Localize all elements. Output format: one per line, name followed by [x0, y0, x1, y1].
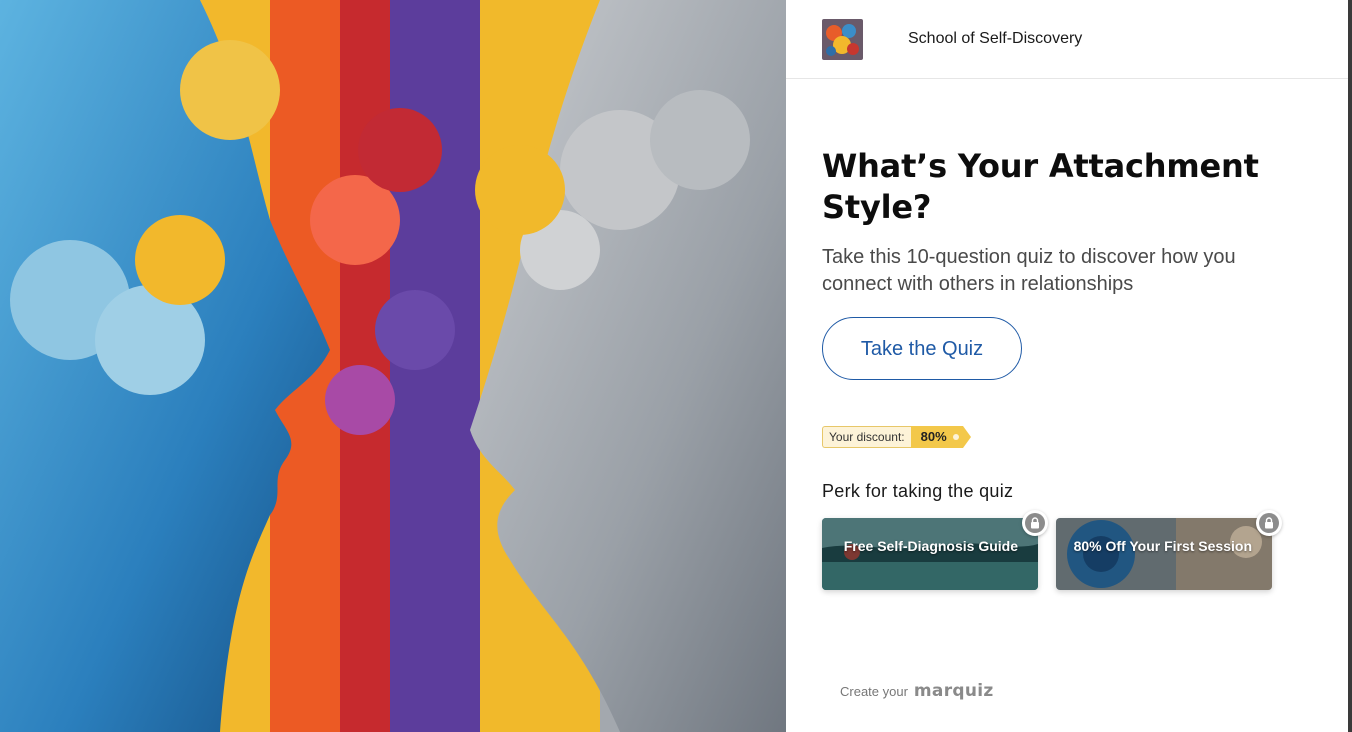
lock-icon	[1025, 513, 1045, 533]
take-quiz-button[interactable]: Take the Quiz	[822, 317, 1022, 380]
header-bar: School of Self-Discovery	[786, 0, 1348, 79]
brand-name: School of Self-Discovery	[908, 30, 1083, 47]
lock-badge	[1022, 510, 1048, 536]
perk-card-background	[1056, 518, 1272, 590]
perk-card-background	[822, 518, 1038, 590]
perk-label: Free Self-Diagnosis Guide	[843, 538, 1018, 554]
window-edge	[1348, 0, 1352, 732]
discount-badge: Your discount: 80%	[822, 426, 971, 448]
discount-label: Your discount:	[822, 426, 911, 448]
page-title: What’s Your Attachment Style?	[822, 147, 1259, 226]
marquiz-logo: marquiz	[913, 681, 994, 701]
discount-value-text: 80%	[920, 429, 947, 444]
perk-card-guide[interactable]: Free Self-Diagnosis Guide	[822, 510, 1048, 590]
lock-badge	[1256, 510, 1282, 536]
discount-value: 80%	[910, 426, 971, 448]
perks-heading: Perk for taking the quiz	[822, 481, 1014, 501]
perk-card-session-discount[interactable]: 80% Off Your First Session	[1056, 510, 1282, 590]
tag-hole-icon	[952, 434, 959, 440]
faces-painting-illustration	[0, 0, 786, 732]
create-your-text: Create your	[840, 684, 908, 699]
page-subtitle: Take this 10-question quiz to discover h…	[822, 246, 1236, 295]
abstract-painting-logo-icon	[822, 19, 863, 60]
hero-artwork	[0, 0, 786, 732]
marquiz-promo-link[interactable]: Create your marquiz	[840, 681, 994, 701]
perk-label: 80% Off Your First Session	[1073, 538, 1252, 554]
lock-icon	[1259, 513, 1279, 533]
quiz-landing-panel: School of Self-Discovery What’s Your Att…	[786, 0, 1348, 732]
